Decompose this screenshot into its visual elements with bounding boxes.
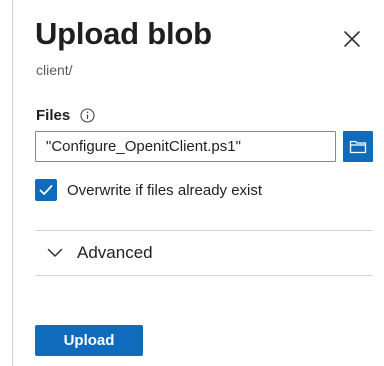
upload-blob-panel: Upload blob client/ Files Overwrite (13, 0, 384, 366)
advanced-divider-bottom (35, 275, 373, 276)
overwrite-checkbox-row[interactable]: Overwrite if files already exist (35, 179, 262, 201)
browse-files-button[interactable] (343, 131, 373, 162)
upload-button[interactable]: Upload (35, 325, 143, 356)
chevron-down-icon (47, 248, 63, 257)
checkmark-icon (39, 185, 53, 195)
info-icon[interactable] (80, 108, 95, 123)
advanced-label: Advanced (77, 243, 153, 262)
close-icon (344, 31, 360, 47)
panel-title: Upload blob (35, 16, 212, 51)
files-label: Files (36, 107, 71, 124)
panel-subtitle: client/ (36, 62, 73, 78)
advanced-divider-top (35, 230, 373, 231)
files-label-row: Files (36, 107, 95, 124)
advanced-section-toggle[interactable]: Advanced (47, 243, 153, 263)
folder-open-icon (349, 140, 367, 154)
file-path-input[interactable] (35, 131, 336, 162)
overwrite-checkbox[interactable] (35, 179, 57, 201)
overwrite-label: Overwrite if files already exist (67, 181, 263, 199)
close-button[interactable] (339, 26, 365, 52)
